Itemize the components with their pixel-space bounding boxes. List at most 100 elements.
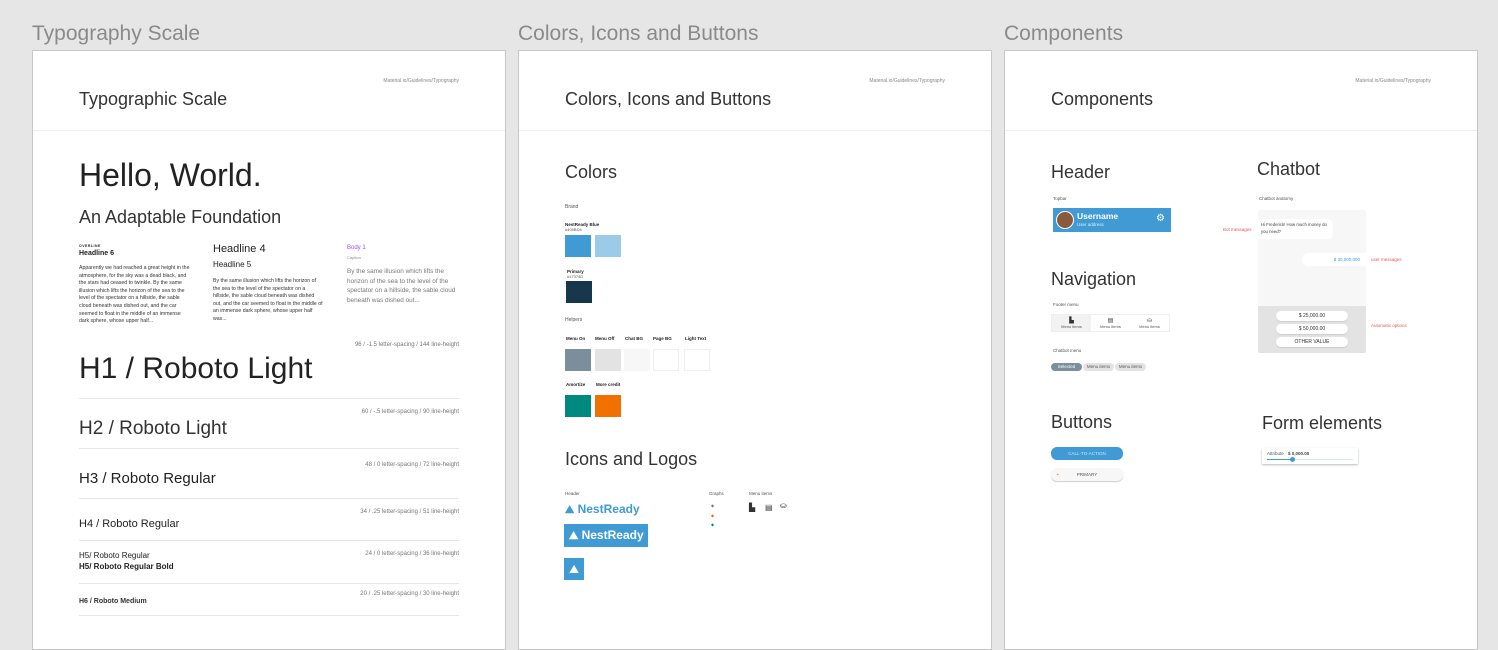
buttons-heading: Buttons	[1051, 412, 1113, 432]
option-button[interactable]: OTHER VALUE	[1276, 337, 1348, 347]
form-elements-heading: Form elements	[1262, 413, 1383, 433]
colors-heading: Colors	[565, 162, 618, 182]
attribute-label: Attribute	[1267, 451, 1284, 456]
helper-label: Page BG	[653, 336, 672, 341]
swatch-blue	[565, 235, 591, 257]
spec-h2: 60 / -.5 letter-spacing / 90 line-height	[361, 409, 459, 415]
spec-h4: 34 / .25 letter-spacing / 51 line-height	[360, 509, 459, 515]
cta-button[interactable]: CALL-TO-ACTION	[1051, 447, 1123, 460]
nestready-logo: ⛰ NestReady	[565, 502, 640, 516]
user-messages-note: user messages	[1371, 257, 1402, 262]
icons-heading: Icons and Logos	[565, 449, 698, 469]
sample-paragraph: By the same illusion which lifts the hor…	[347, 268, 456, 304]
footer-menu-item[interactable]: ▙ Menu items	[1052, 315, 1091, 331]
section-title-components: Components	[1004, 22, 1124, 45]
user-address: User address	[1077, 222, 1104, 227]
swatch-menu-off	[595, 349, 621, 371]
slider-track[interactable]	[1267, 459, 1353, 460]
menu-items-label: Menu items	[749, 491, 773, 496]
h6-sample: H6 / Roboto Medium	[79, 598, 147, 605]
topbar: Username User address ⚙	[1053, 208, 1171, 232]
avatar[interactable]	[1056, 211, 1074, 229]
divider	[79, 498, 459, 499]
components-artboard[interactable]: Material.io/Guidelines/Typography Compon…	[1004, 50, 1478, 650]
h5-bold-sample: H5/ Roboto Regular Bold	[79, 562, 174, 571]
chatbot-menu-item[interactable]: Menu items	[1115, 363, 1146, 371]
swatch-more-credit	[595, 395, 621, 417]
helper-label: Menu Off	[595, 336, 615, 341]
divider	[79, 583, 459, 584]
nestready-app-icon: ⛰	[564, 558, 584, 580]
attribute-value: $ 0,000.00	[1288, 451, 1310, 456]
breadcrumb: Material.io/Guidelines/Typography	[383, 78, 459, 84]
footer-menu-item[interactable]: ▤ Menu items	[1091, 315, 1130, 331]
chatbot-menu-label: Chatbot menu	[1053, 348, 1082, 353]
primary-button[interactable]: • PRIMARY	[1051, 468, 1123, 481]
swatch-light-text	[684, 349, 710, 371]
graph-icon: ◆	[711, 522, 715, 527]
blue-hex: #409BD4	[565, 227, 582, 232]
helper-label: Light Text	[685, 336, 707, 341]
body-1: Body 1	[347, 245, 366, 251]
money-hand-icon: ⛀	[1146, 318, 1153, 324]
header-label: Header	[565, 491, 580, 496]
graphs-label: Graphs	[709, 491, 724, 496]
accent-label: Amortize	[566, 382, 586, 387]
h5-sample: H5/ Roboto Regular	[79, 551, 150, 560]
sample-paragraph: By the same illusion which lifts the hor…	[213, 278, 323, 322]
section-title-typography: Typography Scale	[32, 22, 201, 45]
automatic-options-note: Automatic options	[1371, 323, 1407, 328]
graph-icon: ◆	[711, 513, 715, 518]
username: Username	[1077, 211, 1119, 221]
user-message: $ 30,000,000	[1302, 253, 1366, 266]
typography-artboard[interactable]: Material.io/Guidelines/Typography Typogr…	[32, 50, 506, 650]
calculator-icon: ▤	[1107, 318, 1114, 324]
divider	[79, 540, 459, 541]
topbar-label: Topbar	[1053, 196, 1067, 201]
spec-h5: 24 / 0 letter-spacing / 36 line-height	[365, 551, 459, 557]
navigation-heading: Navigation	[1051, 269, 1137, 289]
chatbot-menu-selected[interactable]: Selected	[1051, 363, 1082, 371]
header-heading: Header	[1051, 162, 1111, 182]
footer-menu-item-label: Menu items	[1061, 324, 1082, 329]
swatch-primary	[566, 281, 592, 303]
page-title: Colors, Icons and Buttons	[565, 89, 772, 109]
helper-label: Chat BG	[625, 336, 643, 341]
headline-6: Headline 6	[79, 250, 115, 257]
footer-menu: ▙ Menu items ▤ Menu items ⛀ Menu items	[1051, 314, 1170, 332]
helpers-label: Helpers	[565, 317, 583, 323]
h3-sample: H3 / Roboto Regular	[79, 470, 216, 487]
divider	[79, 615, 459, 616]
swatch-amortize	[565, 395, 591, 417]
option-button[interactable]: $ 50,000.00	[1276, 324, 1348, 334]
money-hand-icon: ⛀	[780, 501, 787, 510]
bot-message: Hi Frederick! How much money do you need…	[1258, 219, 1333, 239]
divider	[33, 130, 505, 131]
slider-handle[interactable]	[1290, 457, 1296, 462]
divider	[79, 448, 459, 449]
headline-4: Headline 4	[213, 243, 266, 255]
breadcrumb: Material.io/Guidelines/Typography	[869, 78, 945, 84]
option-button[interactable]: $ 25,000.00	[1276, 311, 1348, 321]
chatbot-heading: Chatbot	[1257, 159, 1321, 179]
caption: Caption	[347, 255, 361, 260]
spec-h1: 96 / -1.5 letter-spacing / 144 line-heig…	[354, 342, 459, 348]
headline-5: Headline 5	[213, 260, 252, 269]
colors-artboard[interactable]: Material.io/Guidelines/Typography Colors…	[518, 50, 992, 650]
graph-icon: ◆	[711, 503, 715, 508]
chatbot-menu-item[interactable]: Menu items	[1083, 363, 1114, 371]
helper-label: Menu On	[566, 336, 586, 341]
divider	[1005, 130, 1477, 131]
gear-icon[interactable]: ⚙	[1156, 213, 1165, 224]
swatch-light-blue	[595, 235, 621, 257]
chatbot-window: Hi Frederick! How much money do you need…	[1258, 210, 1366, 353]
chatbot-anatomy-label: Chatbot anatomy	[1259, 196, 1294, 201]
page-title: Typographic Scale	[79, 89, 228, 109]
footer-menu-item[interactable]: ⛀ Menu items	[1130, 315, 1169, 331]
hello-text: Hello, World.	[79, 157, 262, 193]
swatch-menu-on	[565, 349, 591, 371]
footer-menu-label: Footer menu	[1053, 302, 1079, 307]
footer-menu-item-label: Menu items	[1100, 324, 1121, 329]
breadcrumb: Material.io/Guidelines/Typography	[1355, 78, 1431, 84]
brand-label: Brand	[565, 204, 579, 210]
